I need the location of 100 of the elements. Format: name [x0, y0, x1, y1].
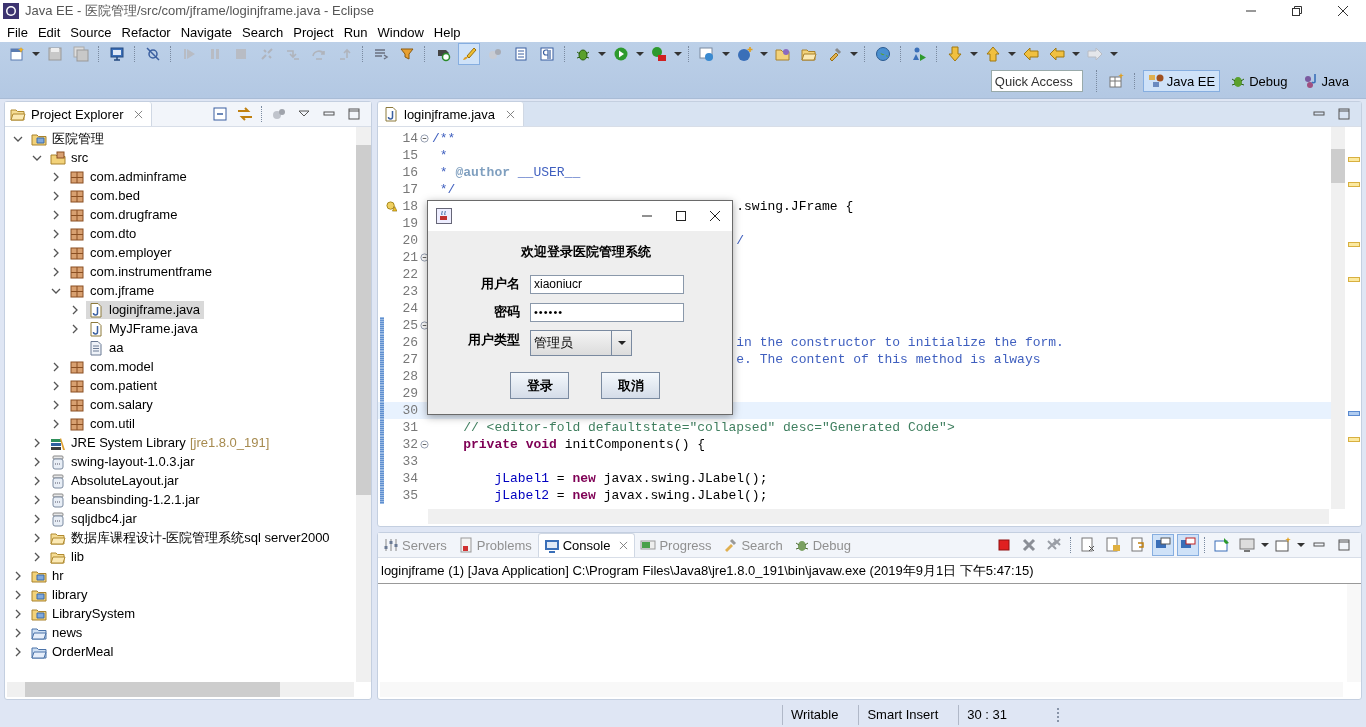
- monitor-error-icon[interactable]: [1177, 534, 1199, 556]
- menu-item[interactable]: Navigate: [175, 24, 237, 40]
- tree-item[interactable]: MyJFrame.java: [86, 319, 202, 338]
- chevron-icon[interactable]: [32, 532, 42, 543]
- tree-item[interactable]: hr: [29, 566, 68, 585]
- vertical-scrollbar[interactable]: [356, 127, 371, 682]
- chevron-icon[interactable]: [51, 171, 61, 182]
- menu-item[interactable]: File: [2, 24, 33, 40]
- tree-item[interactable]: com.dto: [67, 224, 141, 243]
- caret-icon[interactable]: [1110, 50, 1118, 58]
- caret-icon[interactable]: [674, 50, 682, 58]
- caret-icon[interactable]: [32, 50, 40, 58]
- chevron-icon[interactable]: [13, 608, 23, 619]
- chevron-icon[interactable]: [13, 627, 23, 638]
- perspective-button[interactable]: Debug: [1225, 70, 1293, 92]
- panel-tab[interactable]: Project Explorer: [5, 102, 153, 126]
- tree-item[interactable]: 医院管理: [29, 128, 108, 149]
- chevron-icon[interactable]: [51, 228, 61, 239]
- perspective-button[interactable]: Java: [1297, 70, 1354, 92]
- caret-icon[interactable]: [1072, 50, 1080, 58]
- monitor-message-icon[interactable]: [1152, 534, 1174, 556]
- caret-icon[interactable]: [598, 50, 606, 58]
- tree-item[interactable]: beansbinding-1.2.1.jar: [48, 490, 204, 509]
- caret-icon[interactable]: [760, 50, 768, 58]
- login-button[interactable]: 登录: [510, 372, 569, 399]
- tree-item[interactable]: sqljdbc4.jar: [48, 509, 141, 528]
- tree-item[interactable]: lib: [48, 547, 88, 566]
- horizontal-scrollbar[interactable]: [380, 682, 1343, 697]
- chevron-icon[interactable]: [51, 247, 61, 258]
- tree-item-label: loginjframe.java: [109, 302, 201, 317]
- menu-item[interactable]: Window: [372, 24, 429, 40]
- chevron-icon[interactable]: [13, 646, 23, 657]
- chevron-icon[interactable]: [32, 551, 42, 562]
- tree-item[interactable]: AbsoluteLayout.jar: [48, 471, 183, 490]
- chevron-icon[interactable]: [51, 266, 61, 277]
- tree-item[interactable]: com.salary: [67, 395, 157, 414]
- tree-item[interactable]: com.instrumentframe: [67, 262, 217, 281]
- menu-item[interactable]: Refactor: [116, 24, 176, 40]
- tree-item[interactable]: 数据库课程设计-医院管理系统sql server2000: [48, 527, 334, 548]
- horizontal-scrollbar[interactable]: [7, 682, 354, 697]
- fold-icon[interactable]: [419, 440, 429, 449]
- user-type-dropdown[interactable]: 管理员: [530, 330, 632, 356]
- caret-icon[interactable]: [850, 50, 858, 58]
- fold-icon[interactable]: [419, 253, 429, 262]
- tree-item[interactable]: LibrarySystem: [29, 604, 140, 623]
- tree-item[interactable]: src: [48, 148, 93, 167]
- chevron-icon[interactable]: [32, 513, 42, 524]
- tree-item[interactable]: com.util: [67, 414, 139, 433]
- jar-icon: [50, 510, 66, 527]
- tree-item[interactable]: JRE System Library [jre1.8.0_191]: [48, 433, 274, 452]
- tree-item[interactable]: com.adminframe: [67, 167, 191, 186]
- menu-item[interactable]: Project: [288, 24, 339, 40]
- tree-item[interactable]: loginjframe.java: [86, 300, 205, 319]
- chevron-icon[interactable]: [51, 361, 61, 372]
- tree-item[interactable]: com.jframe: [67, 281, 159, 300]
- username-field[interactable]: xiaoniucr: [530, 274, 684, 294]
- chevron-icon[interactable]: [51, 209, 61, 220]
- menu-item[interactable]: Source: [65, 24, 117, 40]
- vertical-scrollbar[interactable]: [1347, 584, 1361, 682]
- menu-item[interactable]: Edit: [32, 24, 66, 40]
- caret-icon[interactable]: [1008, 50, 1016, 58]
- chevron-icon[interactable]: [70, 304, 80, 315]
- tree-item[interactable]: com.bed: [67, 186, 144, 205]
- fold-icon[interactable]: [419, 134, 429, 143]
- chevron-icon[interactable]: [70, 323, 80, 334]
- chevron-icon[interactable]: [13, 589, 23, 600]
- chevron-icon[interactable]: [32, 494, 42, 505]
- vertical-scrollbar[interactable]: [1331, 127, 1345, 509]
- chevron-icon[interactable]: [51, 399, 61, 410]
- caret-icon[interactable]: [970, 50, 978, 58]
- chevron-icon[interactable]: [51, 380, 61, 391]
- editor-tab[interactable]: loginjframe.java: [378, 102, 525, 126]
- perspective-button[interactable]: Java EE: [1142, 70, 1221, 92]
- tree-item[interactable]: com.drugframe: [67, 205, 182, 224]
- tree-item[interactable]: news: [29, 623, 87, 642]
- menu-item[interactable]: Search: [237, 24, 289, 40]
- menu-item[interactable]: Help: [428, 24, 466, 40]
- cancel-button[interactable]: 取消: [601, 372, 660, 399]
- caret-icon[interactable]: [1261, 541, 1269, 549]
- tree-item[interactable]: com.employer: [67, 243, 176, 262]
- quick-access-field[interactable]: Quick Access: [990, 70, 1083, 92]
- chevron-icon[interactable]: [51, 418, 61, 429]
- chevron-icon[interactable]: [32, 475, 42, 486]
- caret-icon[interactable]: [636, 50, 644, 58]
- chevron-icon[interactable]: [32, 437, 42, 448]
- tree-item[interactable]: swing-layout-1.0.3.jar: [48, 452, 199, 471]
- tree-item[interactable]: library: [29, 585, 92, 604]
- tree-item[interactable]: com.model: [67, 357, 158, 376]
- chevron-icon[interactable]: [13, 570, 23, 581]
- password-field[interactable]: ••••••: [530, 302, 684, 322]
- menu-item[interactable]: Run: [338, 24, 373, 40]
- caret-icon[interactable]: [1297, 541, 1305, 549]
- chevron-icon[interactable]: [51, 190, 61, 201]
- tree-item[interactable]: OrderMeal: [29, 642, 118, 661]
- caret-icon[interactable]: [722, 50, 730, 58]
- chevron-icon[interactable]: [32, 456, 42, 467]
- fold-icon[interactable]: [419, 321, 429, 330]
- tree-item[interactable]: com.patient: [67, 376, 162, 395]
- view-tab[interactable]: Console: [537, 533, 636, 557]
- tree-item[interactable]: aa: [86, 338, 128, 357]
